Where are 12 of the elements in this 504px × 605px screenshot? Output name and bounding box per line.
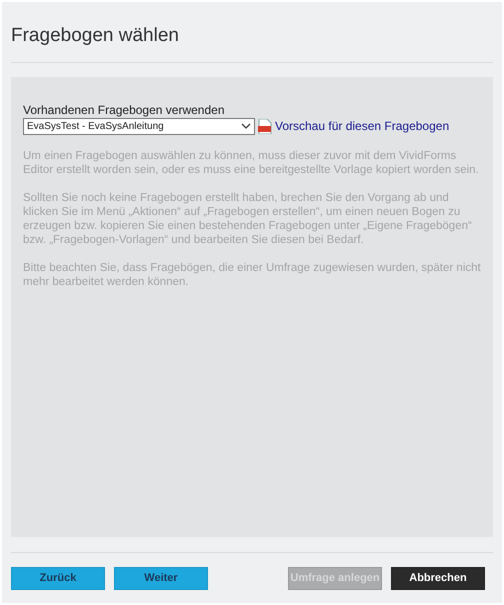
pdf-icon (258, 118, 272, 134)
info-paragraph: Bitte beachten Sie, dass Fragebögen, die einer Umfrage zugewiesen wurden, später nicht mehr bearbeitet werden können. (23, 261, 481, 289)
back-button[interactable]: Zurück (11, 567, 105, 590)
cancel-button[interactable]: Abbrechen (391, 567, 485, 590)
info-paragraph: Um einen Fragebogen auswählen zu können, muss dieser zuvor mit dem VividForms Editor erstellt worden sein, oder es muss eine bereitgestellte Vorlage kopiert worden sein. (23, 149, 480, 177)
preview-link[interactable]: Vorschau für diesen Fragebogen (275, 117, 450, 135)
chevron-down-icon (241, 123, 251, 129)
next-button[interactable]: Weiter (114, 567, 208, 590)
info-paragraph: Sollten Sie noch keine Fragebogen erstellt haben, brechen Sie den Vorgang ab und klicken Sie im Menü „Aktionen“ auf „Fragebogen erstellen“, um einen neuen Bogen zu erzeugen bzw. kopieren Sie einen bestehenden Fragebogen unter „Eigene Fragebögen“ bzw. „Fragebogen-Vorlagen“ und bearbeiten Sie diesen bei Bedarf. (23, 191, 473, 247)
questionnaire-select[interactable]: EvaSysTest - EvaSysAnleitung (23, 118, 255, 134)
select-label: Vorhandenen Fragebogen verwenden (23, 103, 226, 117)
dialog-title: Fragebogen wählen (11, 24, 493, 63)
